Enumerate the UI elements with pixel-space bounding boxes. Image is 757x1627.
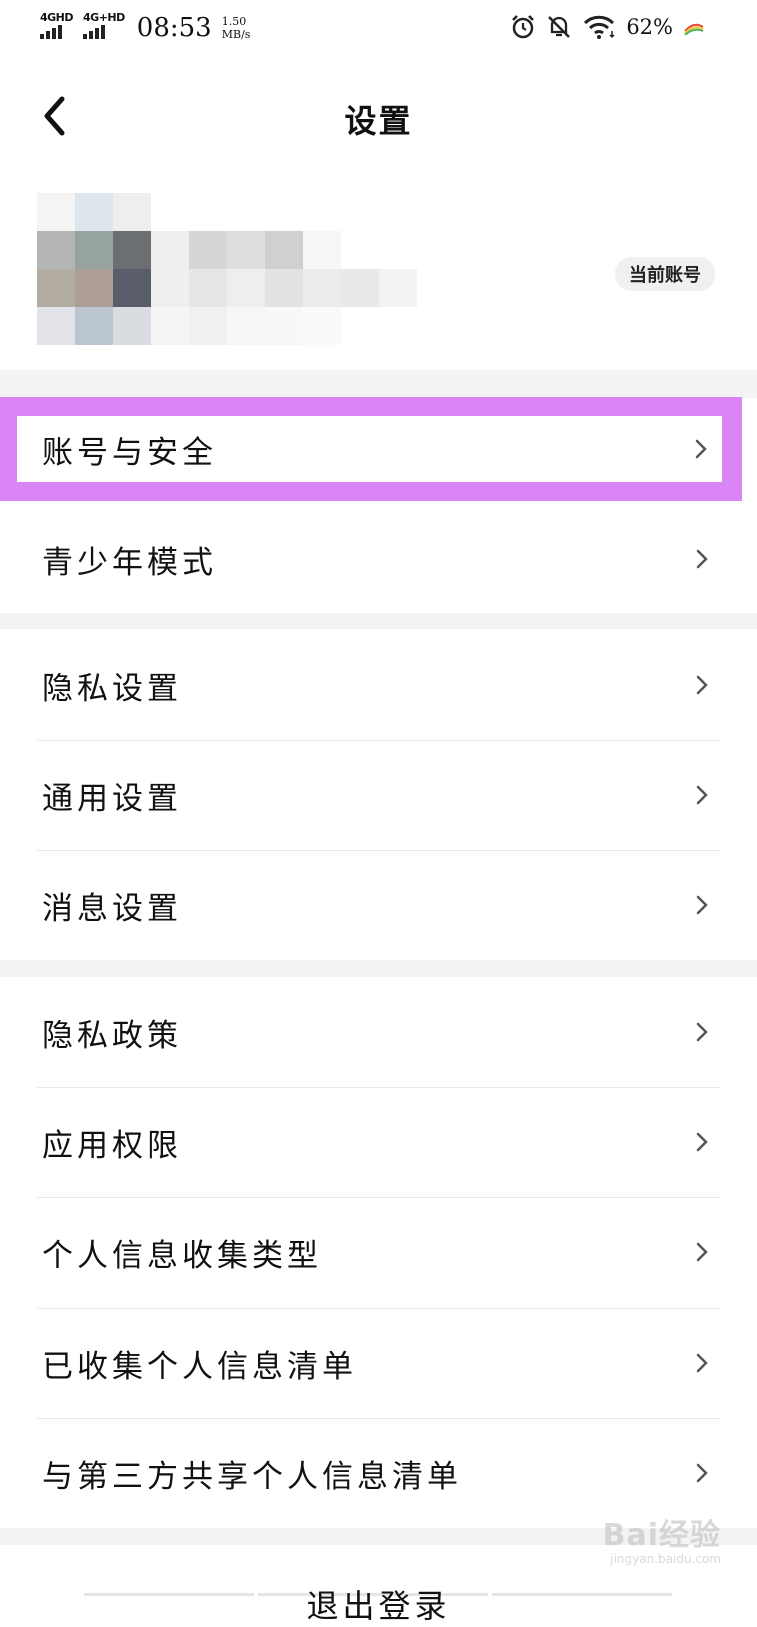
menu-item-label: 隐私设置 xyxy=(42,670,182,707)
speed-unit: MB/s xyxy=(221,28,251,41)
menu-item-account-security[interactable]: 账号与安全 xyxy=(17,416,722,482)
wifi-icon xyxy=(584,15,615,39)
current-account-row[interactable]: 当前账号 xyxy=(0,185,757,370)
section-divider xyxy=(0,960,757,977)
menu-item-label: 与第三方共享个人信息清单 xyxy=(42,1458,462,1495)
watermark-sub: jingyan.baidu.com xyxy=(610,1552,721,1566)
current-account-badge: 当前账号 xyxy=(615,257,715,291)
page-title: 设置 xyxy=(344,102,413,140)
signal-bars-icon xyxy=(40,25,62,39)
section-divider xyxy=(0,370,757,398)
battery-level: 62% xyxy=(626,15,673,39)
chevron-right-icon xyxy=(696,1132,708,1152)
chevron-right-icon xyxy=(696,675,708,695)
baidu-watermark: Bai经验 jingyan.baidu.com xyxy=(603,1510,721,1566)
network-type-2: 4G+HD xyxy=(83,11,125,24)
chevron-right-icon xyxy=(696,1463,708,1483)
menu-item-label: 账号与安全 xyxy=(42,434,217,471)
menu-item-label: 青少年模式 xyxy=(42,544,217,581)
section-divider xyxy=(0,613,757,629)
network-type-1: 4GHD xyxy=(40,11,74,24)
alarm-icon xyxy=(512,15,535,39)
menu-item-message-settings[interactable]: 消息设置 xyxy=(0,851,757,959)
signal-1: 4GHD xyxy=(40,11,74,39)
menu-item-collected-info-list[interactable]: 已收集个人信息清单 xyxy=(0,1309,757,1417)
clock: 08:53 xyxy=(136,13,212,43)
speed-value: 1.50 xyxy=(221,15,247,28)
chevron-right-icon xyxy=(696,1022,708,1042)
signal-2: 4G+HD xyxy=(83,12,125,39)
signal-bars-icon xyxy=(83,25,106,39)
menu-item-teen-mode[interactable]: 青少年模式 xyxy=(0,505,757,613)
navigation-bar: 设置 xyxy=(0,70,757,170)
menu-item-privacy-settings[interactable]: 隐私设置 xyxy=(0,631,757,739)
bell-muted-icon xyxy=(548,16,571,38)
network-speed: 1.50 MB/s xyxy=(222,15,251,41)
menu-item-app-permissions[interactable]: 应用权限 xyxy=(0,1088,757,1196)
menu-item-label: 消息设置 xyxy=(42,890,182,927)
chevron-right-icon xyxy=(696,895,708,915)
menu-item-label: 已收集个人信息清单 xyxy=(42,1348,357,1385)
chevron-right-icon xyxy=(696,785,708,805)
chevron-right-icon xyxy=(696,1242,708,1262)
status-bar: 4GHD 4G+HD 08:53 1.50 MB/s 62% xyxy=(0,0,757,56)
watermark-main: Bai经验 xyxy=(602,1518,721,1553)
chevron-right-icon xyxy=(696,1353,708,1373)
blurred-avatar-and-name xyxy=(37,193,417,345)
menu-item-personal-info-types[interactable]: 个人信息收集类型 xyxy=(0,1198,757,1306)
rainbow-app-icon xyxy=(684,23,704,35)
menu-item-label: 隐私政策 xyxy=(42,1017,182,1054)
menu-item-label: 个人信息收集类型 xyxy=(42,1237,322,1274)
chevron-right-icon xyxy=(696,549,708,569)
menu-item-general-settings[interactable]: 通用设置 xyxy=(0,741,757,849)
menu-item-label: 通用设置 xyxy=(42,780,182,817)
menu-item-privacy-policy[interactable]: 隐私政策 xyxy=(0,978,757,1086)
chevron-right-icon xyxy=(695,439,707,459)
menu-item-label: 应用权限 xyxy=(42,1127,182,1164)
logout-button[interactable]: 退出登录 xyxy=(0,1581,757,1627)
